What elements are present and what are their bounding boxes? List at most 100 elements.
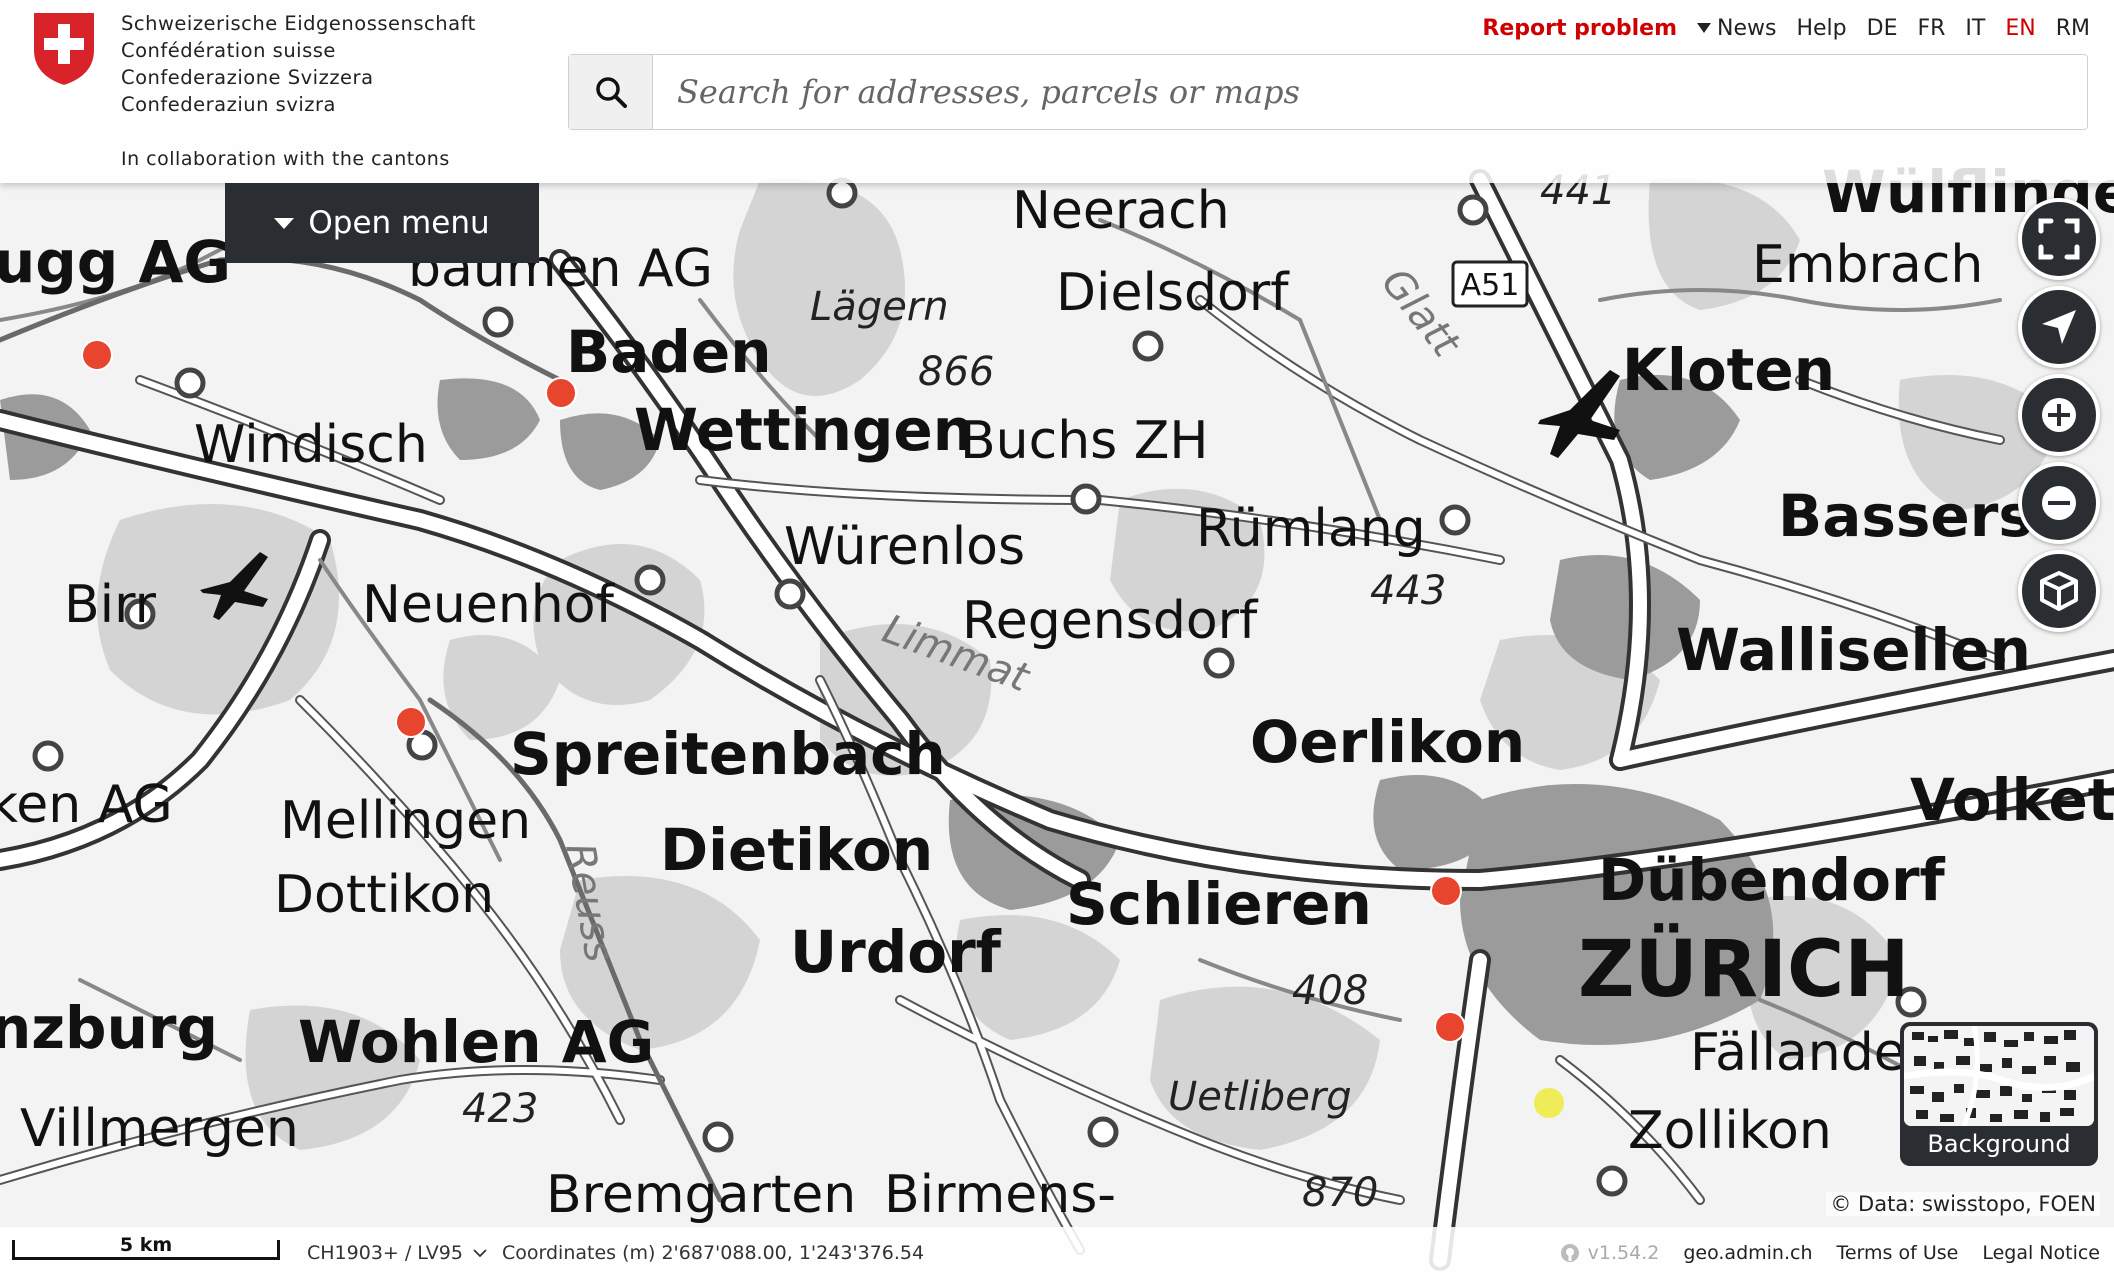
zoom-out-button[interactable] bbox=[2018, 462, 2100, 544]
version-link[interactable]: v1.54.2 bbox=[1560, 1242, 1660, 1264]
background-preview-image bbox=[1904, 1026, 2094, 1126]
news-label: News bbox=[1717, 15, 1777, 41]
help-link[interactable]: Help bbox=[1796, 16, 1846, 41]
label-height-408: 408 bbox=[1292, 968, 1368, 1014]
label-schlieren: Schlieren bbox=[1066, 870, 1372, 938]
label-ken-ag: ken AG bbox=[0, 775, 173, 835]
fullscreen-button[interactable] bbox=[2018, 198, 2100, 280]
scale-bar: 5 km bbox=[12, 1234, 280, 1260]
crs-selector[interactable]: CH1903+ / LV95 bbox=[307, 1242, 487, 1264]
lang-fr[interactable]: FR bbox=[1917, 16, 1945, 41]
github-icon bbox=[1560, 1244, 1579, 1262]
label-embrach: Embrach bbox=[1752, 235, 1983, 295]
open-menu-button[interactable]: Open menu bbox=[225, 183, 539, 263]
label-zollikon: Zollikon bbox=[1628, 1101, 1832, 1161]
label-lenzburg: nzburg bbox=[0, 994, 218, 1062]
lang-it[interactable]: IT bbox=[1965, 16, 1985, 41]
terms-link[interactable]: Terms of Use bbox=[1836, 1242, 1958, 1264]
legal-link[interactable]: Legal Notice bbox=[1982, 1242, 2100, 1264]
label-lagern: Lägern bbox=[810, 284, 949, 330]
search-bar bbox=[568, 54, 2088, 130]
label-windisch: Windisch bbox=[194, 415, 428, 475]
label-spreitenbach: Spreitenbach bbox=[510, 720, 946, 788]
label-lagern-height: 866 bbox=[918, 349, 994, 395]
label-villmergen: Villmergen bbox=[20, 1099, 299, 1159]
label-mellingen: Mellingen bbox=[280, 791, 531, 851]
confederation-name: Schweizerische Eidgenossenschaft Confédé… bbox=[121, 10, 476, 118]
chevron-down-icon bbox=[473, 1249, 487, 1258]
yellow-marker bbox=[1534, 1088, 1564, 1118]
open-menu-label: Open menu bbox=[308, 205, 490, 241]
caret-down-icon bbox=[1697, 23, 1712, 33]
label-wettingen: Wettingen bbox=[634, 396, 974, 464]
background-selector[interactable]: Background bbox=[1900, 1022, 2098, 1166]
geolocation-button[interactable] bbox=[2018, 286, 2100, 368]
attribution-sources[interactable]: swisstopo, FOEN bbox=[1922, 1192, 2096, 1216]
label-zurich: ZÜRICH bbox=[1578, 923, 1910, 1015]
report-problem-link[interactable]: Report problem bbox=[1482, 16, 1677, 41]
label-wohlen: Wohlen AG bbox=[298, 1008, 654, 1076]
label-urdorf: Urdorf bbox=[790, 918, 1002, 986]
label-neerach: Neerach bbox=[1012, 181, 1230, 241]
attribution-prefix: © Data: bbox=[1830, 1192, 1916, 1216]
label-birmensdorf: Birmens- bbox=[884, 1165, 1116, 1225]
label-regensdorf: Regensdorf bbox=[962, 591, 1259, 651]
collaboration-note: In collaboration with the cantons bbox=[121, 148, 450, 170]
background-label: Background bbox=[1927, 1130, 2071, 1158]
fullscreen-icon bbox=[2038, 218, 2080, 260]
label-birr: Birr bbox=[64, 575, 157, 635]
location-arrow-icon bbox=[2042, 310, 2076, 344]
app-root: A51 Neerach Dielsdorf Lägern 866 Baden u… bbox=[0, 0, 2114, 1280]
lang-de[interactable]: DE bbox=[1867, 16, 1898, 41]
confederation-de: Schweizerische Eidgenossenschaft bbox=[121, 12, 476, 35]
footer-links: v1.54.2 geo.admin.ch Terms of Use Legal … bbox=[1560, 1242, 2100, 1264]
label-bremgarten: Bremgarten bbox=[546, 1165, 856, 1225]
label-neuenhof: Neuenhof bbox=[362, 575, 616, 635]
label-dottikon: Dottikon bbox=[274, 865, 494, 925]
motorway-shield-a51: A51 bbox=[1451, 260, 1529, 308]
svg-text:A51: A51 bbox=[1461, 268, 1520, 303]
version-label: v1.54.2 bbox=[1587, 1242, 1660, 1264]
news-dropdown[interactable]: News bbox=[1697, 16, 1776, 41]
lang-rm[interactable]: RM bbox=[2056, 16, 2090, 41]
confederation-fr: Confédération suisse bbox=[121, 39, 336, 62]
lang-en[interactable]: EN bbox=[2005, 16, 2035, 41]
header: Schweizerische Eidgenossenschaft Confédé… bbox=[0, 0, 2114, 183]
label-kloten: Kloten bbox=[1622, 336, 1835, 404]
footer: 5 km CH1903+ / LV95 Coordinates (m) 2'68… bbox=[0, 1227, 2114, 1280]
scale-label: 5 km bbox=[119, 1234, 173, 1256]
label-height-443: 443 bbox=[1370, 568, 1446, 614]
background-thumbnail bbox=[1904, 1026, 2094, 1126]
zoom-in-button[interactable] bbox=[2018, 374, 2100, 456]
plus-icon bbox=[2042, 398, 2076, 432]
label-fallanden: Fällande bbox=[1690, 1023, 1906, 1083]
label-height-870: 870 bbox=[1302, 1170, 1378, 1216]
search-button[interactable] bbox=[569, 55, 653, 129]
label-oerlikon: Oerlikon bbox=[1250, 708, 1525, 776]
caret-down-icon bbox=[274, 217, 295, 229]
search-input[interactable] bbox=[653, 55, 2087, 129]
label-volketswil: Volkets bbox=[1910, 766, 2114, 834]
3d-view-button[interactable] bbox=[2018, 550, 2100, 632]
minus-icon bbox=[2042, 486, 2076, 520]
site-link[interactable]: geo.admin.ch bbox=[1683, 1242, 1812, 1264]
label-wurenlos: Würenlos bbox=[784, 517, 1025, 577]
label-height-423: 423 bbox=[462, 1086, 538, 1132]
coordinates-readout: Coordinates (m) 2'687'088.00, 1'243'376.… bbox=[502, 1242, 925, 1264]
label-dielsdorf: Dielsdorf bbox=[1056, 263, 1290, 323]
swiss-crest-logo[interactable] bbox=[31, 10, 97, 88]
label-rumlang: Rümlang bbox=[1196, 499, 1426, 559]
top-links: Report problem News Help DE FR IT EN RM bbox=[1482, 12, 2090, 44]
confederation-rm: Confederaziun svizra bbox=[121, 93, 336, 116]
label-baden: Baden bbox=[566, 318, 772, 386]
label-uetliberg: Uetliberg bbox=[1168, 1074, 1352, 1120]
crs-label: CH1903+ / LV95 bbox=[307, 1242, 463, 1264]
label-buchs: Buchs ZH bbox=[960, 411, 1209, 471]
label-dubendorf: Dübendorf bbox=[1598, 846, 1946, 914]
attribution: © Data: swisstopo, FOEN bbox=[1826, 1192, 2100, 1216]
cube-icon bbox=[2040, 571, 2078, 611]
label-wallisellen: Wallisellen bbox=[1676, 616, 2031, 684]
confederation-it: Confederazione Svizzera bbox=[121, 66, 374, 89]
label-brugg: ugg AG bbox=[0, 228, 231, 296]
label-dietikon: Dietikon bbox=[660, 816, 933, 884]
